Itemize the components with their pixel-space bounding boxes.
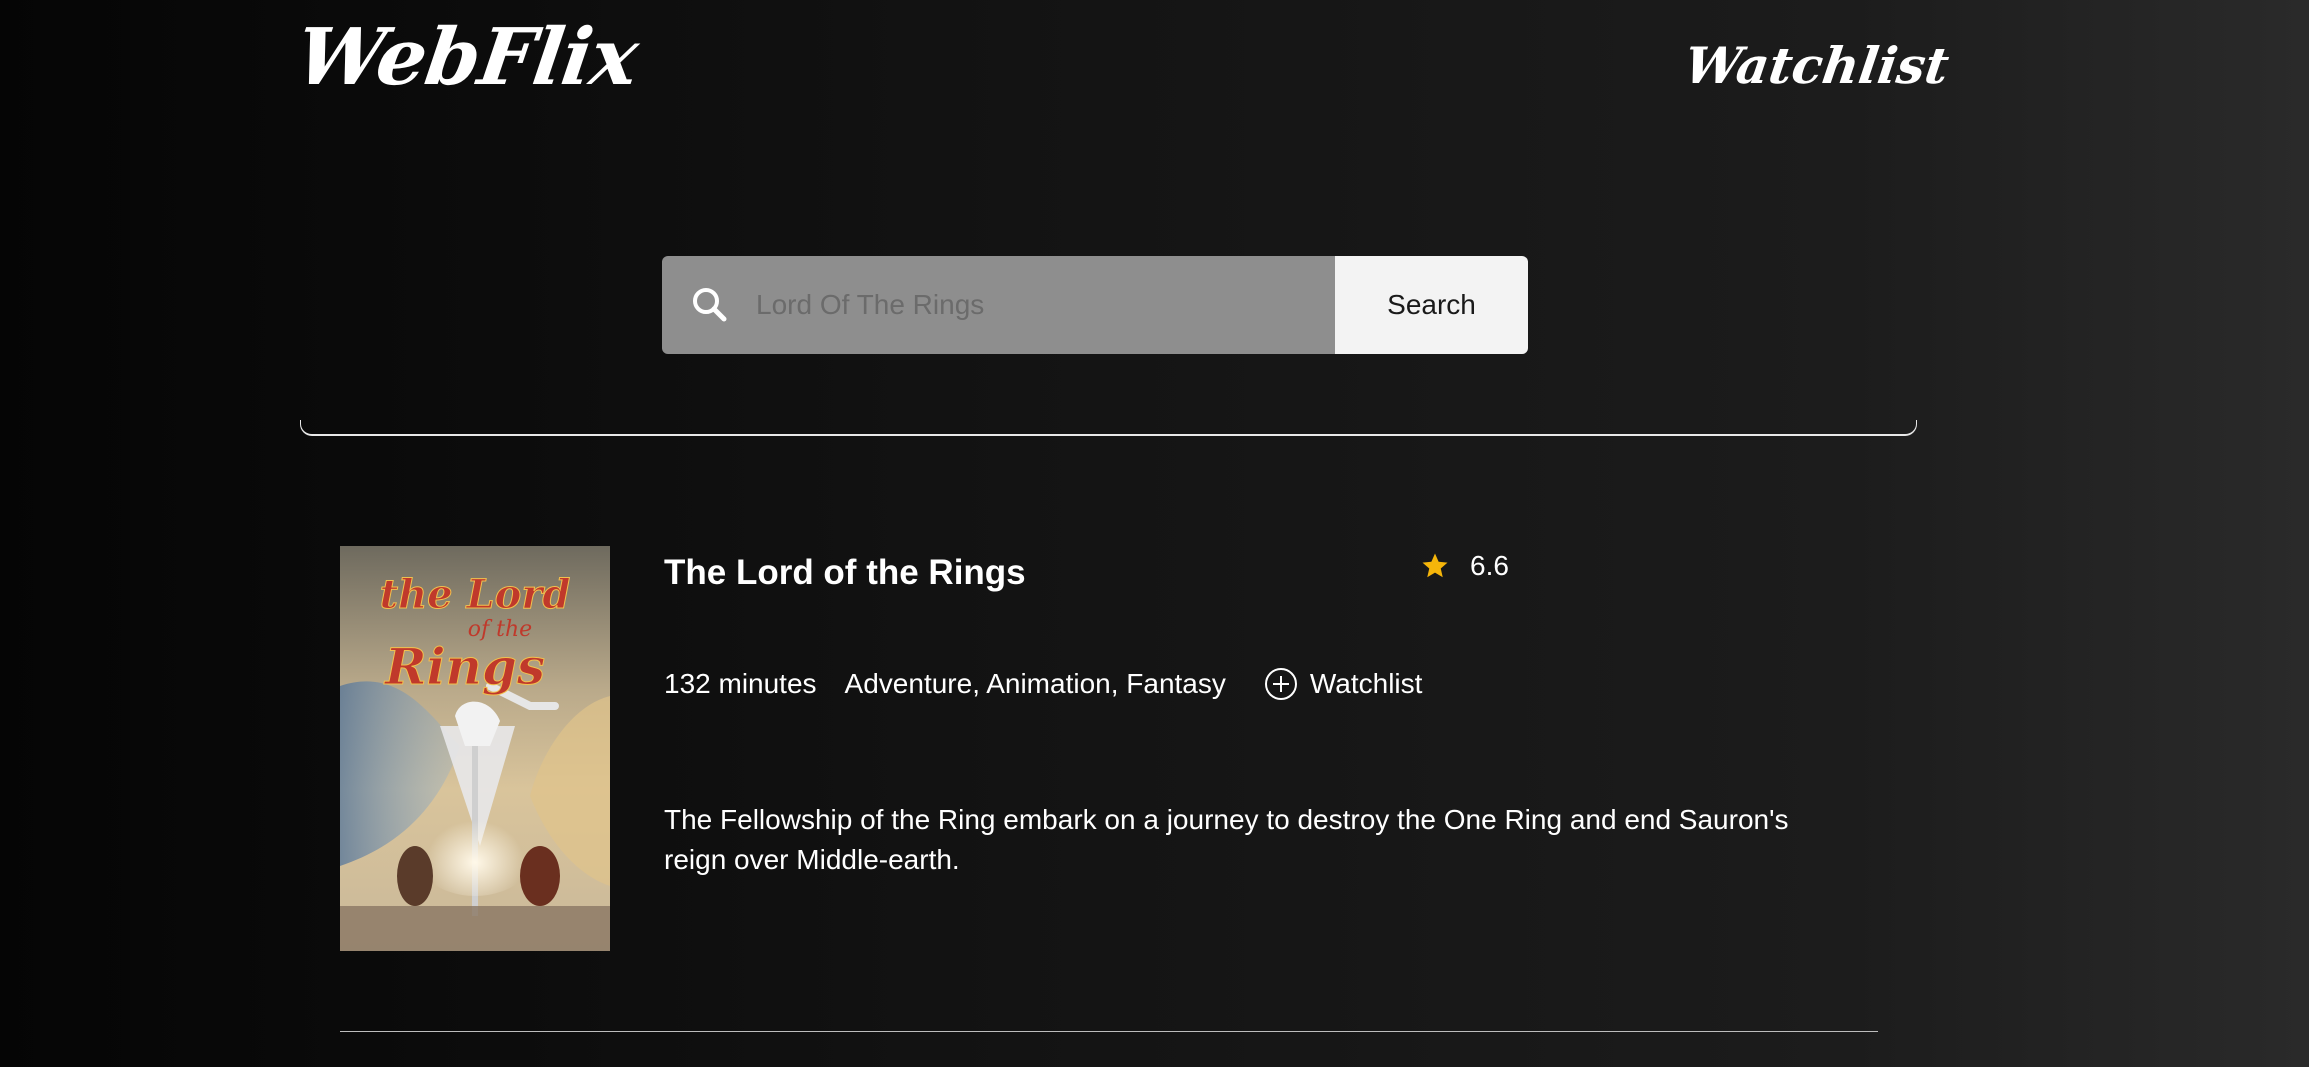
plus-circle-icon <box>1264 667 1298 701</box>
star-icon <box>1420 551 1450 581</box>
movie-plot: The Fellowship of the Ring embark on a j… <box>664 804 1789 875</box>
rating-value: 6.6 <box>1470 550 1509 581</box>
poster-title-line3: Rings <box>383 637 545 696</box>
movie-poster: the Lord of the Rings <box>340 546 610 951</box>
movie-rating: 6.6 <box>1420 546 1509 586</box>
movie-result: the Lord of the Rings The Lord of the Ri… <box>340 546 1880 952</box>
logo[interactable]: WebFlix <box>290 8 644 108</box>
movie-runtime: 132 minutes <box>664 668 817 699</box>
search-field[interactable] <box>662 256 1335 354</box>
search-icon <box>690 285 730 325</box>
movie-genres: Adventure, Animation, Fantasy <box>844 668 1226 699</box>
nav-watchlist-link[interactable]: Watchlist <box>1680 28 1954 104</box>
search-button[interactable]: Search <box>1335 256 1528 354</box>
movie-meta: 132 minutes Adventure, Animation, Fantas… <box>664 664 1422 704</box>
search-input[interactable] <box>754 274 1318 336</box>
page: WebFlix Watchlist Search <box>0 0 2309 1067</box>
header-divider <box>300 420 1917 436</box>
search-bar: Search <box>662 256 1528 354</box>
movie-title: The Lord of the Rings <box>664 553 1026 592</box>
add-to-watchlist-label: Watchlist <box>1309 668 1423 699</box>
poster-title-line1: the Lord <box>380 571 571 618</box>
add-to-watchlist-button[interactable]: Watchlist <box>1264 667 1423 701</box>
result-divider <box>340 1031 1878 1032</box>
